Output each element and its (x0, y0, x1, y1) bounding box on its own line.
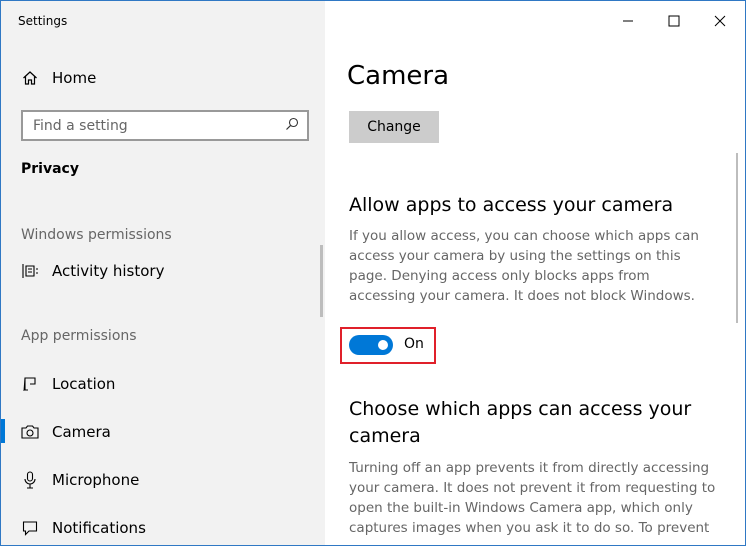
close-button[interactable] (697, 1, 743, 41)
toggle-state-label: On (404, 336, 424, 352)
allow-access-description: If you allow access, you can choose whic… (349, 228, 699, 304)
main-scrollbar[interactable] (736, 153, 738, 323)
selected-indicator (1, 419, 5, 443)
activity-history-icon (21, 262, 39, 280)
section-heading-app-permissions: App permissions (21, 328, 137, 344)
main-content: Camera Change Allow apps to access your … (325, 1, 745, 545)
sidebar-item-camera[interactable]: Camera (21, 419, 111, 445)
home-icon (21, 69, 39, 87)
page-title: Camera (347, 61, 450, 91)
section-heading-windows-permissions: Windows permissions (21, 227, 172, 243)
search-box[interactable] (21, 110, 309, 141)
maximize-icon (668, 12, 680, 31)
sidebar-item-home[interactable]: Home (21, 65, 96, 91)
sidebar-item-label: Camera (52, 423, 111, 441)
sidebar-item-notifications[interactable]: Notifications (21, 515, 146, 541)
category-title: Privacy (21, 161, 79, 177)
sidebar-item-microphone[interactable]: Microphone (21, 467, 139, 493)
search-input[interactable] (33, 117, 273, 134)
choose-apps-description: Turning off an app prevents it from dire… (349, 460, 716, 536)
sidebar-item-label: Location (52, 375, 116, 393)
sidebar-item-activity-history[interactable]: Activity history (21, 258, 164, 284)
sidebar-item-label: Microphone (52, 471, 140, 489)
minimize-button[interactable] (605, 1, 651, 41)
section-heading-choose-apps: Choose which apps can access your camera (349, 398, 692, 447)
microphone-icon (21, 471, 39, 489)
sidebar: Settings Home Privacy Windows permission… (1, 1, 325, 545)
settings-window: Settings Home Privacy Windows permission… (0, 0, 746, 546)
window-controls (605, 1, 745, 41)
sidebar-scrollbar[interactable] (320, 245, 323, 317)
close-icon (714, 12, 726, 31)
section-heading-allow-access: Allow apps to access your camera (349, 194, 674, 216)
sidebar-item-location[interactable]: Location (21, 371, 115, 397)
toggle-knob (378, 340, 388, 350)
search-icon[interactable] (285, 116, 299, 135)
change-button[interactable]: Change (349, 111, 439, 143)
maximize-button[interactable] (651, 1, 697, 41)
location-icon (21, 375, 39, 393)
sidebar-item-label: Notifications (52, 519, 146, 537)
camera-access-toggle[interactable] (349, 335, 393, 355)
sidebar-item-label: Home (52, 69, 97, 87)
minimize-icon (622, 12, 634, 31)
notifications-icon (21, 519, 39, 537)
sidebar-item-label: Activity history (52, 262, 165, 280)
camera-icon (21, 423, 39, 441)
window-title: Settings (18, 14, 68, 28)
